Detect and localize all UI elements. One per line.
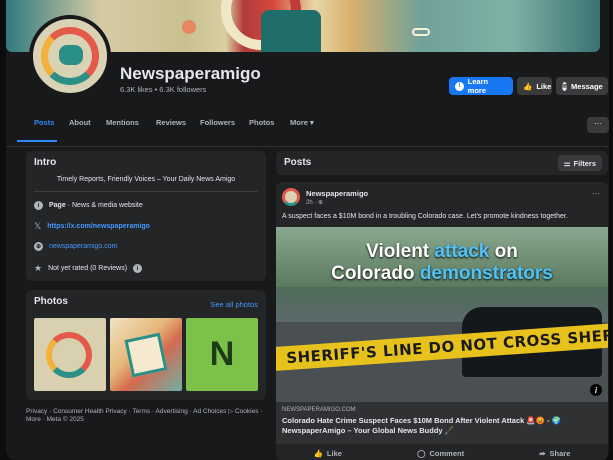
intro-bio: Timely Reports, Friendly Voices – Your D… (56, 176, 236, 183)
x-logo-icon: 𝕏 (34, 221, 42, 231)
sliders-icon: ⚌ (563, 158, 571, 168)
globe-icon: ⊕ (318, 200, 324, 206)
photo-thumbnail[interactable] (110, 318, 182, 391)
post-timestamp: 2h · (306, 200, 319, 206)
x-link[interactable]: https://x.com/newspaperamigo (47, 223, 150, 230)
photo-thumbnail[interactable] (34, 318, 106, 391)
more-options-button[interactable]: ··· (587, 117, 609, 133)
intro-title: Intro (34, 157, 57, 168)
post-image[interactable]: Violent attack on Colorado demonstrators… (276, 227, 608, 402)
filters-label: Filters (573, 158, 596, 168)
learn-more-button[interactable]: i Learn more (449, 77, 513, 95)
post-author[interactable]: Newspaperamigo (306, 189, 368, 198)
tab-reviews[interactable]: Reviews (156, 118, 186, 127)
page-label: Page (49, 202, 66, 209)
tab-photos[interactable]: Photos (249, 118, 274, 127)
tab-followers[interactable]: Followers (200, 118, 235, 127)
share-icon: ➦ (539, 448, 546, 458)
share-label: Share (549, 448, 571, 458)
message-label: Message (571, 81, 603, 91)
thumbs-up-icon: 👍 (523, 81, 533, 91)
globe-icon: ⊕ (34, 242, 43, 251)
divider (34, 191, 258, 192)
headline-text: Violent (366, 241, 435, 262)
page-title: Newspaperamigo (120, 64, 261, 83)
like-button[interactable]: 👍 Like (314, 446, 342, 460)
intro-rating: ★ Not yet rated (0 Reviews) i (34, 263, 143, 274)
message-button[interactable]: ✉ Message (556, 77, 608, 95)
footer-links[interactable]: Privacy · Consumer Health Privacy · Term… (26, 408, 266, 424)
like-label: Like (326, 448, 342, 458)
headline-highlight: attack (434, 241, 490, 262)
share-button[interactable]: ➦ Share (539, 446, 570, 460)
info-icon[interactable]: i (590, 384, 602, 396)
intro-x-link[interactable]: 𝕏 https://x.com/newspaperamigo (34, 221, 150, 232)
link-domain: NEWSPAPERAMIGO.COM (282, 407, 356, 413)
like-page-button[interactable]: 👍 Like (517, 77, 552, 95)
tab-posts[interactable]: Posts (34, 118, 54, 127)
post-card: Newspaperamigo 2h · ⊕ ··· A suspect face… (276, 182, 608, 460)
intro-website[interactable]: ⊕ newspaperamigo.com (34, 242, 117, 251)
photos-title: Photos (34, 296, 68, 307)
star-icon: ★ (34, 263, 43, 273)
photos-card: Photos See all photos N (26, 290, 266, 400)
active-tab-indicator (17, 140, 57, 142)
tab-about[interactable]: About (69, 118, 91, 127)
image-headline: Violent attack on Colorado demonstrators (276, 241, 608, 285)
headline-text: on (489, 241, 518, 262)
comment-label: Comment (429, 448, 465, 458)
posts-title: Posts (284, 157, 312, 168)
intro-card: Intro Timely Reports, Friendly Voices – … (26, 151, 266, 281)
thumbs-up-icon: 👍 (313, 448, 323, 458)
info-icon: i (34, 201, 43, 210)
rating-text: Not yet rated (0 Reviews) (48, 265, 128, 272)
messenger-icon: ✉ (562, 81, 568, 91)
post-author-avatar[interactable] (282, 188, 300, 206)
headline-text: Colorado (331, 263, 420, 284)
info-icon[interactable]: i (133, 264, 143, 273)
info-icon: i (455, 81, 464, 91)
post-text: A suspect faces a $10M bond in a troubli… (282, 213, 568, 220)
link-title: Colorado Hate Crime Suspect Faces $10M B… (282, 416, 562, 435)
page-category: · News & media website (65, 202, 143, 209)
post-options-icon[interactable]: ··· (592, 189, 600, 198)
page-stats[interactable]: 6.3K likes • 6.3K followers (120, 85, 206, 94)
comment-button[interactable]: ◯ Comment (417, 446, 464, 460)
website-link[interactable]: newspaperamigo.com (49, 243, 117, 250)
learn-more-label: Learn more (467, 77, 489, 95)
post-actions: 👍 Like ◯ Comment ➦ Share (276, 446, 608, 460)
tab-mentions[interactable]: Mentions (106, 118, 139, 127)
headline-highlight: demonstrators (419, 263, 553, 284)
intro-page-category: i Page · News & media website (34, 201, 143, 210)
thumbnail-letter: N (209, 335, 235, 373)
post-time[interactable]: 2h · ⊕ (306, 199, 323, 206)
like-label: Like (536, 81, 552, 91)
filters-button[interactable]: ⚌ Filters (557, 155, 602, 171)
divider (6, 146, 609, 147)
link-preview[interactable]: NEWSPAPERAMIGO.COM Colorado Hate Crime S… (276, 402, 608, 444)
tab-more[interactable]: More ▾ (290, 118, 314, 127)
see-all-photos-link[interactable]: See all photos (210, 300, 258, 309)
comment-icon: ◯ (417, 448, 426, 458)
photo-thumbnail[interactable]: N (186, 318, 258, 391)
posts-header: Posts ⚌ Filters (276, 151, 608, 175)
profile-picture[interactable] (29, 15, 111, 97)
